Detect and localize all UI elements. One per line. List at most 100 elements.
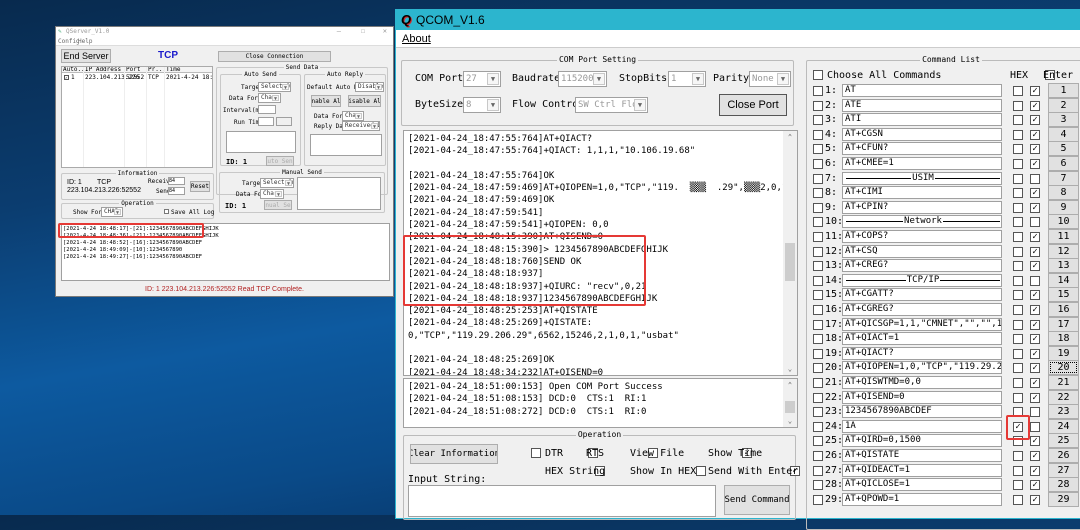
col-time[interactable]: Time: [166, 67, 180, 73]
hex-checkbox[interactable]: [1013, 232, 1023, 242]
command-select-checkbox[interactable]: [813, 319, 823, 330]
enter-checkbox[interactable]: ✓: [1030, 494, 1040, 505]
command-select-checkbox[interactable]: [813, 465, 823, 476]
show-in-hex-checkbox[interactable]: [696, 466, 707, 476]
send-command-22-button[interactable]: 22: [1048, 389, 1079, 405]
main-log-scrollbar[interactable]: ⌃ ⌄: [783, 131, 797, 375]
command-select-checkbox[interactable]: [813, 159, 823, 169]
enter-checkbox[interactable]: ✓: [1030, 261, 1040, 272]
command-input[interactable]: AT+QIDEACT=1: [842, 463, 1002, 477]
send-command-8-button[interactable]: 8: [1048, 185, 1079, 201]
scroll-up-icon[interactable]: ⌃: [783, 131, 797, 143]
enter-checkbox[interactable]: ✓: [1030, 232, 1040, 242]
hex-checkbox[interactable]: [1013, 436, 1023, 447]
com-port-select[interactable]: 27 ▼: [463, 71, 501, 87]
enter-checkbox[interactable]: ✓: [1030, 319, 1040, 330]
command-input[interactable]: USIM: [842, 171, 1002, 185]
col-port[interactable]: Port: [126, 67, 140, 73]
run-times-input[interactable]: [258, 117, 274, 126]
send-command-20-button[interactable]: 20: [1048, 360, 1079, 376]
scroll-down-icon[interactable]: ⌄: [783, 415, 797, 427]
command-select-checkbox[interactable]: [813, 232, 823, 242]
send-command-10-button[interactable]: 10: [1048, 214, 1079, 230]
row-checkbox[interactable]: ✓: [64, 75, 69, 80]
command-input[interactable]: ATI: [842, 113, 1002, 127]
command-select-checkbox[interactable]: [813, 246, 823, 257]
send-command-9-button[interactable]: 9: [1048, 199, 1079, 215]
hex-checkbox[interactable]: [1013, 275, 1023, 286]
show-format-select[interactable]: CHAR ▼: [101, 207, 123, 217]
enter-checkbox[interactable]: ✓: [1030, 100, 1040, 111]
enter-checkbox[interactable]: ✓: [1030, 202, 1040, 213]
send-command-14-button[interactable]: 14: [1048, 272, 1079, 288]
send-command-18-button[interactable]: 18: [1048, 331, 1079, 347]
enter-checkbox[interactable]: ✓: [1030, 363, 1040, 374]
save-log-checkbox[interactable]: [164, 209, 169, 214]
command-input[interactable]: AT+CIMI: [842, 186, 1002, 200]
send-command-11-button[interactable]: 11: [1048, 229, 1079, 244]
dtr-checkbox[interactable]: [531, 448, 541, 458]
auto-send-button[interactable]: Auto Send: [266, 156, 294, 166]
manual-target-select[interactable]: Select One▼: [260, 178, 294, 188]
hex-checkbox[interactable]: [1013, 465, 1023, 476]
command-select-checkbox[interactable]: [813, 378, 823, 388]
send-command-1-button[interactable]: 1: [1048, 83, 1079, 98]
hex-checkbox[interactable]: [1013, 392, 1023, 403]
enter-checkbox[interactable]: ✓: [1030, 305, 1040, 315]
hex-checkbox[interactable]: [1013, 217, 1023, 228]
command-select-checkbox[interactable]: [813, 480, 823, 491]
send-command-26-button[interactable]: 26: [1048, 448, 1079, 463]
menu-help[interactable]: Help: [78, 38, 92, 45]
command-select-checkbox[interactable]: [813, 275, 823, 286]
command-input[interactable]: Network: [842, 215, 1002, 229]
send-command-4-button[interactable]: 4: [1048, 126, 1079, 142]
command-select-checkbox[interactable]: [813, 407, 823, 418]
hex-checkbox[interactable]: [1013, 188, 1023, 199]
default-reply-select[interactable]: Disable ▼: [355, 82, 384, 92]
command-select-checkbox[interactable]: [813, 217, 823, 228]
command-input[interactable]: AT+CFUN?: [842, 142, 1002, 156]
command-input[interactable]: AT+QICLOSE=1: [842, 478, 1002, 492]
command-select-checkbox[interactable]: [813, 86, 823, 96]
enter-checkbox[interactable]: [1030, 421, 1040, 432]
command-select-checkbox[interactable]: [813, 115, 823, 126]
hex-checkbox[interactable]: [1013, 363, 1023, 374]
hex-checkbox[interactable]: [1013, 159, 1023, 169]
scroll-down-icon[interactable]: ⌄: [783, 363, 797, 375]
command-input[interactable]: AT+QICSGP=1,1,"CMNET","","",1: [842, 317, 1002, 331]
enter-checkbox[interactable]: ✓: [1030, 451, 1040, 461]
hex-checkbox[interactable]: ✓: [1013, 421, 1023, 432]
scroll-thumb[interactable]: [785, 401, 795, 413]
command-select-checkbox[interactable]: [813, 494, 823, 505]
status-log-scrollbar[interactable]: ⌃ ⌄: [783, 379, 797, 427]
parity-select[interactable]: None ▼: [749, 71, 791, 87]
enter-checkbox[interactable]: ✓: [1030, 144, 1040, 155]
command-select-checkbox[interactable]: [813, 305, 823, 315]
choose-all-checkbox[interactable]: [813, 70, 823, 80]
command-select-checkbox[interactable]: [813, 261, 823, 272]
command-input[interactable]: AT+QIACT?: [842, 346, 1002, 360]
enter-checkbox[interactable]: [1030, 275, 1040, 286]
menu-config[interactable]: Config: [58, 38, 80, 45]
command-input[interactable]: 1A: [842, 419, 1002, 433]
send-command-6-button[interactable]: 6: [1048, 156, 1079, 171]
enter-checkbox[interactable]: ✓: [1030, 246, 1040, 257]
flow-control-select[interactable]: SW Ctrl Flow ▼: [575, 97, 648, 113]
hex-checkbox[interactable]: [1013, 407, 1023, 418]
command-input[interactable]: AT+CGREG?: [842, 303, 1002, 316]
target-select[interactable]: Select One▼: [258, 82, 291, 92]
command-input[interactable]: AT+CPIN?: [842, 200, 1002, 214]
command-input[interactable]: AT+QIACT=1: [842, 332, 1002, 346]
enter-checkbox[interactable]: ✓: [1030, 115, 1040, 126]
command-input[interactable]: AT+QISWTMD=0,0: [842, 376, 1002, 389]
enter-checkbox[interactable]: ✓: [1030, 86, 1040, 96]
hex-checkbox[interactable]: [1013, 173, 1023, 184]
baudrate-select[interactable]: 115200 ▼: [558, 71, 607, 87]
enter-checkbox[interactable]: ✓: [1030, 480, 1040, 491]
command-input[interactable]: AT+CREG?: [842, 259, 1002, 273]
hex-checkbox[interactable]: [1013, 100, 1023, 111]
data-format-select[interactable]: Char ▼: [258, 93, 281, 103]
command-select-checkbox[interactable]: [813, 334, 823, 345]
hex-checkbox[interactable]: [1013, 246, 1023, 257]
enter-checkbox[interactable]: ✓: [1030, 334, 1040, 345]
